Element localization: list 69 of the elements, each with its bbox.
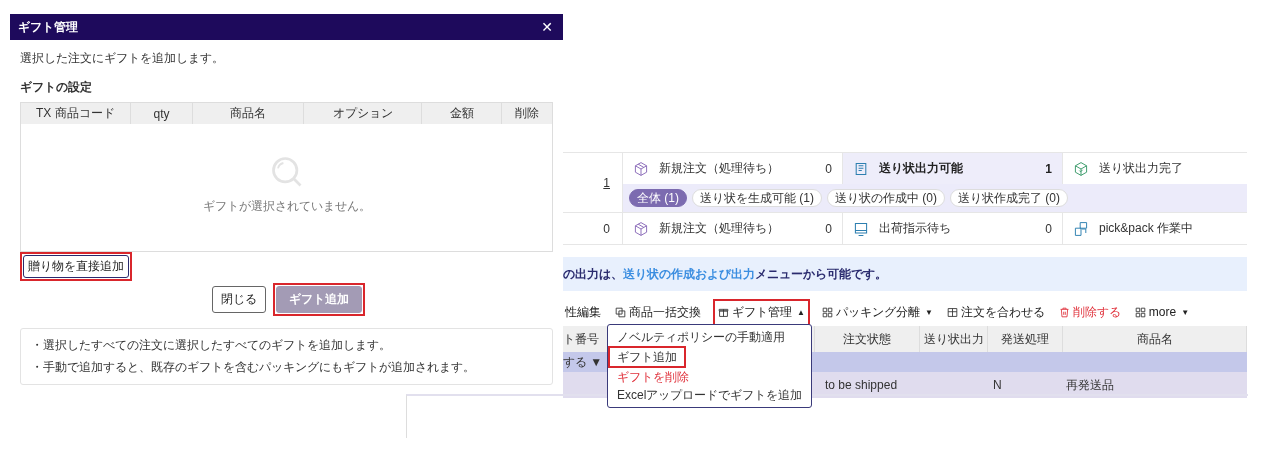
copy-icon <box>615 306 626 318</box>
column-header: 商品名 <box>230 105 267 122</box>
column-header: 送り状出力 <box>923 330 984 348</box>
column-header: 発送処理 <box>1001 330 1049 348</box>
table-cell: 再発送品 <box>1066 376 1114 394</box>
package-icon <box>1073 160 1089 177</box>
toolbar-button[interactable]: 性編集 <box>563 301 603 323</box>
filter-chip[interactable]: 送り状作成完了 (0) <box>950 189 1068 207</box>
toolbar-button[interactable]: more ▼ <box>1132 303 1192 321</box>
status-tile[interactable]: 送り状出力可能 1 <box>843 153 1063 184</box>
banner-text: の出力は、送り状の作成および出力メニューから可能です。 <box>563 265 887 283</box>
document-icon <box>853 160 869 177</box>
status-count: 0 <box>1045 221 1052 236</box>
monitor-icon <box>853 220 869 237</box>
status-count: 0 <box>825 221 832 236</box>
menu-item[interactable]: Excelアップロードでギフトを追加 <box>608 386 812 404</box>
toolbar-button[interactable]: 注文を合わせる <box>944 301 1047 323</box>
column-header: TX 商品コード <box>35 105 115 122</box>
status-label: 新規注文（処理待ち） <box>659 220 780 237</box>
toolbar-button[interactable]: 商品一括交換 <box>613 301 703 323</box>
section-title: ギフトの設定 <box>20 79 93 96</box>
status-count: 0 <box>825 161 832 176</box>
close-button[interactable]: ✕ <box>539 19 555 35</box>
note-text: ・手動で追加すると、既存のギフトを含むパッキングにもギフトが追加されます。 <box>31 359 476 376</box>
toolbar-button[interactable]: パッキング分離 ▼ <box>819 301 935 323</box>
column-header: 金額 <box>449 105 474 122</box>
group-row-label[interactable]: する ▼ <box>563 353 603 371</box>
table-cell: to be shipped <box>825 378 898 392</box>
direct-add-button[interactable]: 贈り物を直接追加 <box>23 255 129 278</box>
status-label: pick&pack 作業中 <box>1099 220 1195 237</box>
status-tile[interactable]: 送り状出力完了 <box>1063 153 1247 184</box>
menu-item[interactable]: ノベルティポリシーの手動適用 <box>608 328 812 346</box>
note-text: ・選択したすべての注文に選択したすべてのギフトを追加します。 <box>31 337 392 354</box>
filter-chip[interactable]: 送り状を生成可能 (1) <box>692 189 822 207</box>
toolbar-button[interactable]: 削除する <box>1056 301 1123 323</box>
grid-icon <box>1134 306 1146 318</box>
order-count: 0 <box>603 221 610 236</box>
status-count: 1 <box>1045 161 1052 176</box>
status-tile[interactable]: pick&pack 作業中 <box>1063 213 1247 244</box>
gift-icon <box>718 306 729 318</box>
status-tile[interactable]: 新規注文（処理待ち） 0 <box>623 213 843 244</box>
dialog-title: ギフト管理 <box>18 18 78 36</box>
column-header: 削除 <box>515 105 540 122</box>
status-tile[interactable]: 出荷指示待ち 0 <box>843 213 1063 244</box>
trash-icon <box>1058 306 1070 318</box>
table-icon <box>946 306 958 318</box>
status-label: 出荷指示待ち <box>879 220 952 237</box>
status-label: 新規注文（処理待ち） <box>659 160 780 177</box>
dialog-description: 選択した注文にギフトを追加します。 <box>20 50 225 67</box>
empty-message: ギフトが選択されていません。 <box>202 198 371 215</box>
order-count: 1 <box>603 175 610 190</box>
filter-chip[interactable]: 全体 (1) <box>629 189 687 207</box>
column-header: ト番号 <box>563 330 599 348</box>
toolbar-button[interactable]: ギフト管理 ▲ <box>716 301 807 323</box>
menu-item[interactable]: ギフトを削除 <box>608 368 812 386</box>
status-label: 送り状出力可能 <box>879 160 964 177</box>
table-cell: N <box>993 378 1002 392</box>
filter-chip[interactable]: 送り状の作成中 (0) <box>827 189 945 207</box>
column-header: 商品名 <box>1136 330 1173 348</box>
menu-item[interactable]: ギフト追加 <box>610 348 684 366</box>
grid-icon <box>821 306 833 318</box>
close-dialog-button[interactable]: 閉じる <box>211 286 266 313</box>
column-header: 注文状態 <box>843 330 891 348</box>
box-icon <box>633 160 649 177</box>
box-icon <box>633 220 649 237</box>
column-header: qty <box>153 106 170 121</box>
column-header: オプション <box>332 105 393 122</box>
status-label: 送り状出力完了 <box>1099 160 1184 177</box>
boxes-icon <box>1073 220 1089 237</box>
